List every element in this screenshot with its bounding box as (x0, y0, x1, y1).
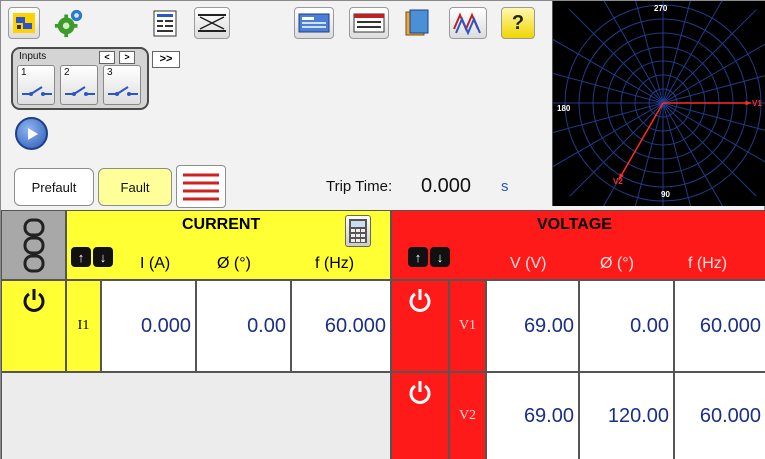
voltage-col-phase: Ø (°) (600, 255, 634, 272)
report-icon[interactable] (149, 7, 181, 39)
v2-voltage-value[interactable]: 69.00 (486, 372, 579, 459)
power-icon (409, 289, 431, 312)
grid-spoke (662, 102, 757, 197)
inputs-prev-button[interactable]: < (99, 51, 115, 64)
inputs-label: Inputs (19, 51, 47, 62)
current-col-phase: Ø (°) (217, 255, 251, 272)
trip-time-label: Trip Time: (326, 178, 393, 195)
angle-90-label: 90 (661, 190, 670, 199)
grid-spoke (569, 9, 664, 104)
state-list-button[interactable] (176, 165, 226, 208)
i1-power-button[interactable] (1, 280, 66, 372)
i1-frequency-value[interactable]: 60.000 (291, 280, 391, 372)
v1-frequency-value[interactable]: 60.000 (674, 280, 765, 372)
v2-power-button[interactable] (391, 372, 449, 459)
v2-label: V2 (613, 177, 623, 186)
inputs-next-button[interactable]: > (119, 51, 135, 64)
v1-power-button[interactable] (391, 280, 449, 372)
switch-icon (65, 86, 95, 96)
input-number: 3 (107, 67, 113, 78)
vector-arrowhead-v1 (745, 100, 751, 106)
i1-phase-value[interactable]: 0.00 (196, 280, 291, 372)
phasor-diagram[interactable]: 270 180 90 V1 V2 (531, 0, 765, 235)
trip-time-value: 0.000 (421, 175, 472, 197)
network-icon[interactable] (8, 7, 40, 39)
current-down-arrow-icon[interactable]: ↓ (93, 247, 113, 267)
input-1-button[interactable]: 1 (17, 65, 55, 105)
empty-current-row (1, 372, 391, 459)
voltage-up-arrow-icon[interactable]: ↑ (408, 247, 428, 267)
help-icon: ? (511, 11, 525, 34)
v1-voltage-value[interactable]: 69.00 (486, 280, 579, 372)
power-icon (409, 381, 431, 404)
channel-label-v1: V1 (449, 280, 486, 372)
current-title: CURRENT (182, 216, 261, 233)
input-number: 2 (64, 67, 70, 78)
fault-button[interactable]: Fault (98, 168, 172, 206)
link-channels-button[interactable] (1, 210, 66, 280)
current-col-f: f (Hz) (315, 255, 355, 272)
chain-icon (23, 218, 45, 273)
input-number: 1 (21, 67, 27, 78)
voltage-down-arrow-icon[interactable]: ↓ (430, 247, 450, 267)
current-col-i: I (A) (140, 255, 171, 272)
v2-phase-value[interactable]: 120.00 (579, 372, 674, 459)
sequence-icon[interactable] (349, 7, 389, 39)
app-window: ? Inputs < > 1 2 3 >> Prefault Fault Tri… (0, 0, 765, 459)
v1-phase-value[interactable]: 0.00 (579, 280, 674, 372)
channel-table: CURRENT ↑ ↓ I (A) Ø (°) f (Hz) VOLTAGE ↑… (1, 210, 765, 459)
trip-time-unit: s (501, 178, 509, 195)
i1-current-value[interactable]: 0.000 (101, 280, 196, 372)
grid-spoke (662, 9, 757, 104)
help-button[interactable]: ? (501, 7, 535, 39)
calculator-button[interactable] (345, 215, 371, 247)
v2-frequency-value[interactable]: 60.000 (674, 372, 765, 459)
voltage-title: VOLTAGE (537, 216, 612, 233)
breaker-icon[interactable] (194, 7, 230, 39)
play-icon (27, 127, 38, 140)
input-3-button[interactable]: 3 (103, 65, 141, 105)
switch-icon (108, 86, 138, 96)
voltage-col-f: f (Hz) (688, 255, 728, 272)
v1-label: V1 (752, 99, 762, 108)
switch-icon (22, 86, 52, 96)
library-icon[interactable] (399, 7, 435, 39)
angle-270-label: 270 (654, 4, 668, 13)
voltage-col-v: V (V) (510, 255, 547, 272)
list-icon (183, 173, 219, 201)
channel-label-i1: I1 (66, 280, 101, 372)
inputs-panel: Inputs < > 1 2 3 (11, 47, 149, 110)
view-icon[interactable] (294, 7, 334, 39)
inputs-expand-button[interactable]: >> (152, 51, 180, 68)
phasor-plot (531, 0, 765, 235)
prefault-button[interactable]: Prefault (14, 168, 94, 206)
power-icon (23, 289, 44, 312)
waveform-icon[interactable] (449, 7, 487, 39)
calculator-icon (349, 219, 367, 243)
angle-180-label: 180 (557, 104, 571, 113)
channel-label-v2: V2 (449, 372, 486, 459)
input-2-button[interactable]: 2 (60, 65, 98, 105)
play-button[interactable] (15, 117, 48, 150)
current-up-arrow-icon[interactable]: ↑ (71, 247, 91, 267)
current-header: CURRENT ↑ ↓ I (A) Ø (°) f (Hz) (66, 210, 391, 280)
voltage-header: VOLTAGE ↑ ↓ V (V) Ø (°) f (Hz) (391, 210, 765, 280)
settings-gear-icon[interactable] (53, 7, 85, 39)
